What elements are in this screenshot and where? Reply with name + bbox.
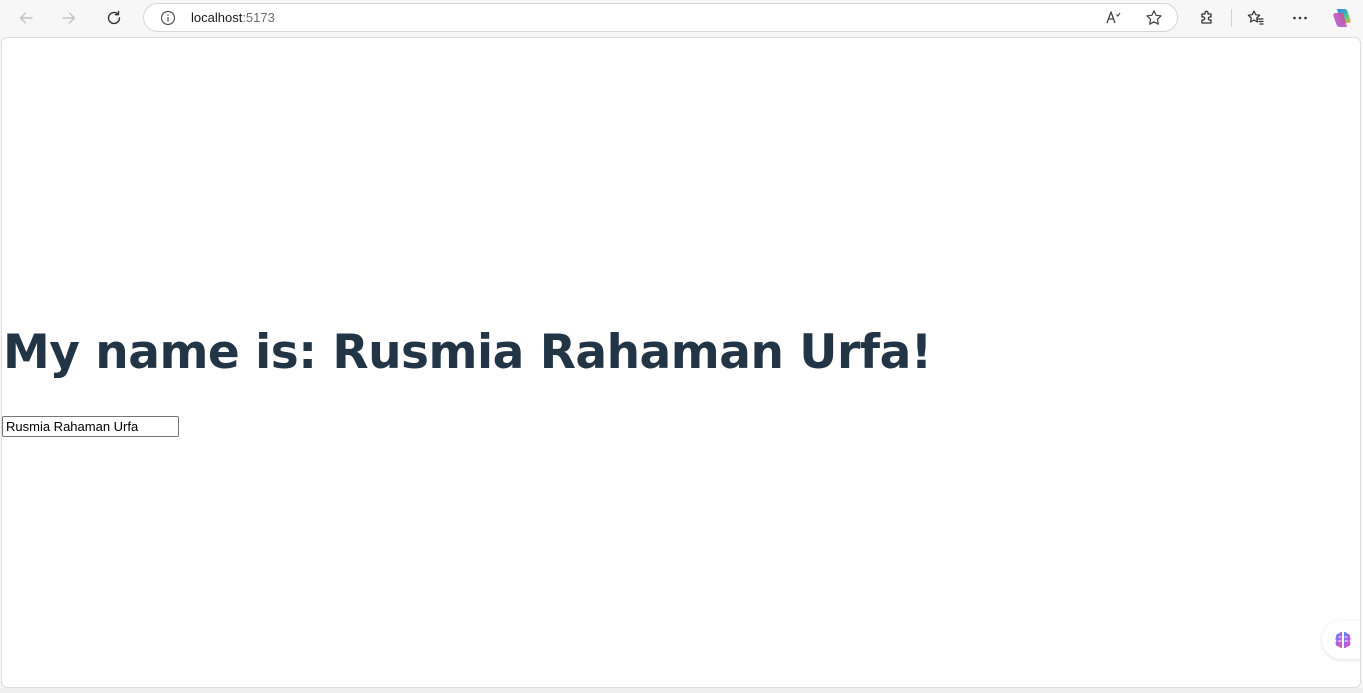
back-arrow-icon (19, 12, 33, 24)
back-button[interactable] (12, 4, 40, 32)
toolbar-separator (1231, 9, 1232, 27)
extensions-button[interactable] (1193, 4, 1221, 32)
read-aloud-button[interactable] (1105, 9, 1123, 27)
copilot-icon (1333, 9, 1351, 27)
browser-toolbar: localhost:5173 (0, 0, 1363, 36)
more-button[interactable] (1286, 4, 1314, 32)
puzzle-icon (1201, 10, 1212, 24)
address-bar[interactable]: localhost:5173 (143, 3, 1178, 32)
favorite-button[interactable] (1145, 9, 1163, 27)
page-heading: My name is: Rusmia Rahaman Urfa! (3, 325, 932, 380)
url-text[interactable]: localhost:5173 (191, 10, 275, 26)
star-icon (1146, 10, 1162, 25)
favorites-button[interactable] (1242, 4, 1270, 32)
refresh-icon (107, 10, 121, 25)
brain-icon (1335, 631, 1351, 649)
url-port: :5173 (242, 10, 275, 25)
window-bottom-edge (0, 688, 1363, 693)
info-icon[interactable] (160, 10, 176, 26)
forward-button[interactable] (55, 4, 83, 32)
refresh-button[interactable] (100, 4, 128, 32)
url-host: localhost (191, 10, 243, 25)
copilot-button[interactable] (1328, 4, 1356, 32)
favorites-icon (1247, 10, 1264, 25)
page-viewport: My name is: Rusmia Rahaman Urfa! (1, 37, 1361, 688)
read-aloud-icon (1106, 11, 1121, 24)
more-icon (1293, 16, 1307, 20)
name-input[interactable] (2, 416, 179, 437)
forward-arrow-icon (62, 12, 76, 24)
sidebar-assistant-button[interactable] (1322, 621, 1360, 659)
